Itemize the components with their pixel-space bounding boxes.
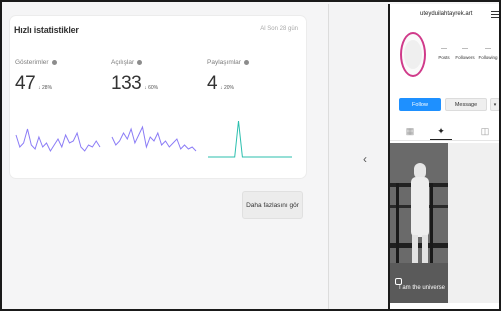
reel-thumbnail[interactable]: I am the universe (390, 143, 448, 303)
info-icon[interactable] (51, 60, 57, 65)
menu-icon[interactable] (491, 11, 499, 20)
metric-label: Gösterimler (15, 59, 49, 66)
opens-sparkline (111, 125, 197, 152)
reels-icon[interactable]: ✦ (435, 125, 447, 137)
chevron-down-icon[interactable]: ▾ (490, 98, 499, 111)
follow-button[interactable]: Follow (399, 98, 441, 111)
stat-following[interactable]: — Following (477, 46, 499, 60)
metric-value: 47 (15, 73, 36, 94)
empty-grid-cell (448, 143, 499, 303)
metric-label: Paylaşımlar (207, 59, 241, 66)
card-title: Hızlı istatistikler (14, 25, 79, 35)
info-icon[interactable] (243, 60, 249, 65)
insights-panel: Hızlı istatistikler Al Son 28 gün Göster… (4, 4, 328, 309)
active-tab-indicator (430, 139, 452, 140)
reel-icon (395, 278, 402, 285)
period-label[interactable]: Al Son 28 gün (260, 26, 298, 32)
shares-sparkline (208, 120, 292, 158)
tabs-divider (390, 140, 499, 141)
metric-value: 133 (111, 73, 142, 94)
screen-frame: Hızlı istatistikler Al Son 28 gün Göster… (0, 0, 501, 311)
profile-username: uteyduilahtayrek.art (420, 11, 473, 17)
sparkline-path (208, 120, 292, 158)
divider-area: ‹ (328, 4, 388, 309)
sparkline-path (15, 128, 101, 153)
stat-followers[interactable]: — Followers (454, 46, 476, 60)
see-more-button[interactable]: Daha fazlasını gör (242, 191, 303, 219)
metric-change: ↓ 20% (220, 85, 234, 91)
info-icon[interactable] (137, 60, 143, 65)
chevron-left-icon[interactable]: ‹ (363, 152, 367, 166)
grid-icon[interactable]: ▦ (404, 125, 416, 137)
impressions-sparkline (15, 128, 101, 153)
tagged-icon[interactable]: ◫ (479, 125, 491, 137)
metric-change: ↓ 28% (38, 85, 53, 91)
metric-change: ↓ 60% (144, 85, 159, 91)
stat-posts[interactable]: — Posts (433, 46, 455, 60)
reel-caption: I am the universe (399, 285, 446, 291)
metric-opens: Açılışlar 133 ↓ 60% (111, 59, 201, 152)
message-button[interactable]: Message (445, 98, 487, 111)
metric-label: Açılışlar (111, 59, 135, 66)
avatar[interactable] (400, 32, 426, 77)
metric-impressions: Gösterimler 47 ↓ 28% (15, 59, 105, 153)
metric-value: 4 (207, 73, 218, 94)
metric-shares: Paylaşımlar 4 ↓ 20% (207, 59, 297, 158)
profile-preview: uteyduilahtayrek.art — Posts — Followers… (388, 4, 499, 309)
quick-stats-card: Hızlı istatistikler Al Son 28 gün Göster… (10, 16, 306, 178)
sparkline-path (111, 125, 197, 152)
